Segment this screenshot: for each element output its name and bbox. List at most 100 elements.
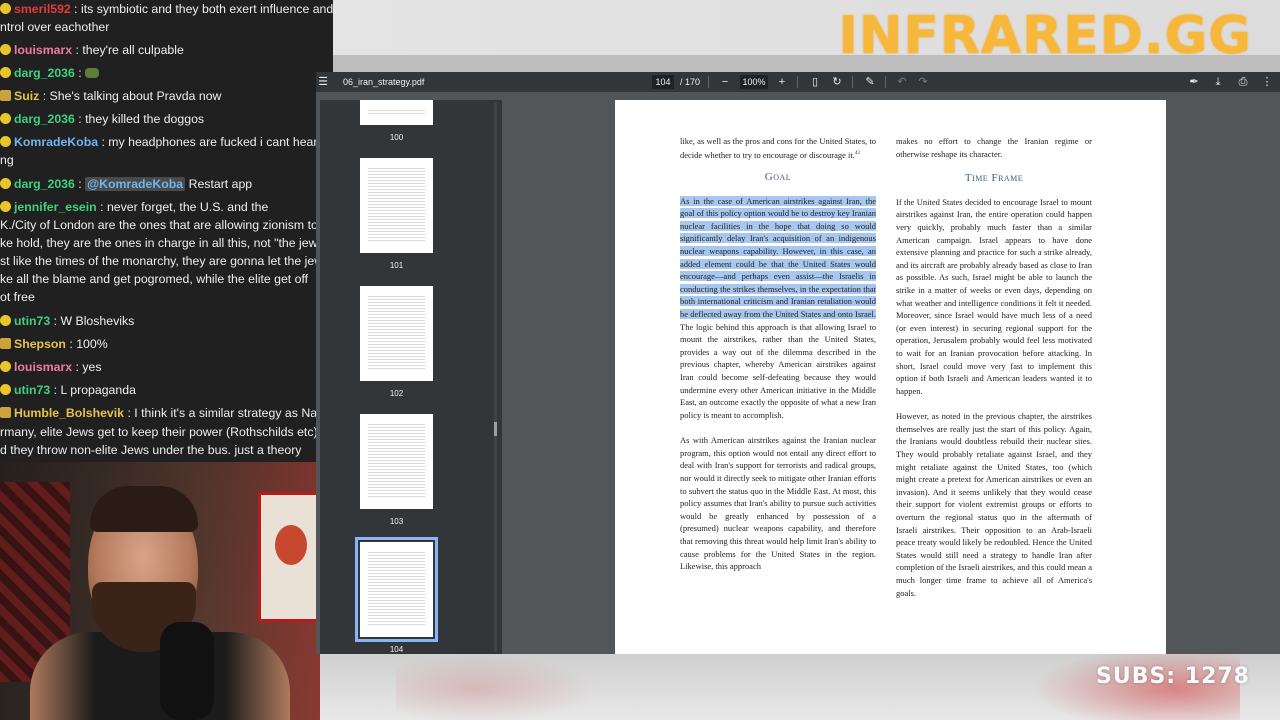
rotate-icon[interactable]: ↻ — [830, 75, 844, 89]
brand-logo: INFRARED.GG — [838, 6, 1252, 66]
chat-text: : — [78, 66, 82, 80]
toolbar-divider — [885, 76, 886, 88]
document-pane: like, as well as the pros and cons for t… — [502, 100, 1280, 654]
chat-mention[interactable]: @KomradeKoba — [85, 177, 186, 191]
thumbnail-text-lines — [368, 296, 425, 371]
undo-icon[interactable]: ↶ — [895, 75, 909, 89]
chat-username[interactable]: jennifer_esein — [14, 200, 97, 214]
stream-background-top: INFRARED.GG — [316, 0, 1280, 72]
page-thumbnail[interactable] — [360, 286, 433, 381]
pdf-toolbar: ☰ 06_iran_strategy.pdf 104 / 170 − 100% … — [316, 72, 1280, 92]
poster-portrait — [275, 525, 307, 565]
chat-message: st like the times of the monarchy, they … — [0, 253, 329, 270]
chat-text: : — [78, 177, 82, 191]
chat-message: ke hold, they are the ones in charge in … — [0, 235, 331, 252]
menu-icon[interactable]: ☰ — [316, 75, 330, 89]
sign-icon[interactable]: ✒ — [1187, 75, 1201, 89]
chat-message: ot free — [0, 289, 35, 306]
page-thumbnail[interactable] — [360, 158, 433, 253]
chat-username[interactable]: utin73 — [14, 383, 50, 397]
goal-paragraph: As in the case of American airstrikes ag… — [680, 195, 876, 422]
chat-text: : yes — [75, 360, 102, 374]
chat-username[interactable]: Humble_Bolshevik — [14, 406, 124, 420]
page-thumbnail[interactable] — [360, 414, 433, 509]
chat-username[interactable]: KomradeKoba — [14, 135, 98, 149]
chat-message: ng — [0, 152, 14, 169]
right-column: makes no effort to change the Iranian re… — [896, 135, 1092, 599]
zoom-in-icon[interactable]: + — [775, 75, 789, 89]
chat-text: : W Blosheviks — [53, 314, 135, 328]
chat-username[interactable]: Suiz — [14, 89, 39, 103]
chat-message: darg_2036 : they killed the doggos — [0, 111, 204, 128]
chat-badge-icon — [0, 3, 11, 14]
paint-splash — [396, 654, 596, 720]
thumbnail-page-number: 102 — [389, 389, 404, 398]
chat-text: ke hold, they are the ones in charge in … — [0, 236, 332, 250]
chat-text: : my headphones are fucked i cant hear y… — [101, 135, 333, 149]
chat-text: K./City of London are the ones that are … — [0, 218, 318, 232]
pdf-viewer: ☰ 06_iran_strategy.pdf 104 / 170 − 100% … — [316, 72, 1280, 654]
chat-text: : they're all culpable — [75, 43, 184, 57]
page-thumbnail[interactable] — [355, 537, 438, 642]
page-number-input[interactable]: 104 — [652, 75, 674, 89]
redo-icon[interactable]: ↷ — [916, 75, 930, 89]
thumbnail-page-number: 104 — [389, 645, 404, 654]
print-icon[interactable]: ⎙ — [1236, 75, 1250, 89]
chat-text: ot free — [0, 290, 35, 304]
chat-message: jennifer_esein : never forget, the U.S. … — [0, 199, 268, 216]
chat-message: louismarx : they're all culpable — [0, 42, 184, 59]
goal-text: The logic behind this approach is that a… — [680, 321, 876, 420]
chat-message: darg_2036 : — [0, 65, 100, 82]
fit-page-icon[interactable]: ▯ — [808, 75, 822, 89]
chat-username[interactable]: louismarx — [14, 43, 72, 57]
chat-text: ng — [0, 153, 14, 167]
time-frame-heading: Time Frame — [964, 172, 1024, 185]
toolbar-divider — [708, 76, 709, 88]
chat-message: ntrol over eachother — [0, 19, 109, 36]
chat-panel: smeril592 : its symbiotic and they both … — [0, 0, 333, 462]
chat-message: d they throw non-elite Jews under the bu… — [0, 442, 301, 459]
right-paragraph-1: If the United States decided to encourag… — [896, 196, 1092, 396]
chat-username[interactable]: smeril592 — [14, 2, 71, 16]
left-intro-paragraph: like, as well as the pros and cons for t… — [680, 135, 876, 161]
chat-username[interactable]: Shepson — [14, 337, 66, 351]
chat-badge-icon — [0, 361, 11, 372]
chat-text: ntrol over eachother — [0, 20, 110, 34]
sidebar-scrollbar-track[interactable] — [494, 102, 497, 652]
chat-message: louismarx : yes — [0, 359, 102, 376]
subscriber-count: SUBS: 1278 — [1095, 664, 1250, 689]
chat-badge-icon — [0, 136, 11, 147]
chat-username[interactable]: darg_2036 — [14, 177, 75, 191]
chat-message: smeril592 : its symbiotic and they both … — [0, 1, 333, 18]
chat-badge-icon — [0, 90, 11, 101]
chat-username[interactable]: darg_2036 — [14, 112, 75, 126]
more-icon[interactable]: ⋮ — [1260, 75, 1274, 89]
zoom-level-input[interactable]: 100% — [740, 75, 768, 89]
chat-text: st like the times of the monarchy, they … — [0, 254, 330, 268]
chat-username[interactable]: utin73 — [14, 314, 50, 328]
chat-username[interactable]: darg_2036 — [14, 66, 75, 80]
chat-username[interactable]: louismarx — [14, 360, 72, 374]
page-total: / 170 — [680, 77, 701, 87]
download-icon[interactable]: ⤓ — [1211, 75, 1225, 89]
chat-message: Suiz : She's talking about Pravda now — [0, 88, 221, 105]
chat-text: : its symbiotic and they both exert infl… — [74, 2, 333, 16]
chat-badge-icon — [0, 407, 11, 418]
sidebar-scrollbar-thumb[interactable] — [494, 422, 497, 436]
zoom-out-icon[interactable]: − — [718, 75, 732, 89]
right-intro-paragraph: makes no effort to change the Iranian re… — [896, 136, 1092, 159]
pdf-page: like, as well as the pros and cons for t… — [615, 100, 1166, 654]
thumbnail-page-number: 101 — [389, 261, 404, 270]
annotate-icon[interactable]: ✎ — [863, 75, 877, 89]
page-thumbnail[interactable] — [360, 100, 433, 125]
chat-text: : they killed the doggos — [78, 112, 205, 126]
chat-text: : 100% — [69, 337, 108, 351]
chat-text: : She's talking about Pravda now — [42, 89, 222, 103]
chat-text: rmany, elite Jews get to keep their powe… — [0, 425, 318, 439]
chat-text: : never forget, the U.S. and the — [100, 200, 269, 214]
streamer-hair — [90, 486, 198, 532]
thumbnail-text-lines — [368, 552, 425, 627]
chat-text: ke all the blame and get pogromed, while… — [0, 272, 309, 286]
left-intro-text: like, as well as the pros and cons for t… — [680, 136, 876, 160]
highlighted-text[interactable]: As in the case of American airstrikes ag… — [680, 195, 876, 319]
